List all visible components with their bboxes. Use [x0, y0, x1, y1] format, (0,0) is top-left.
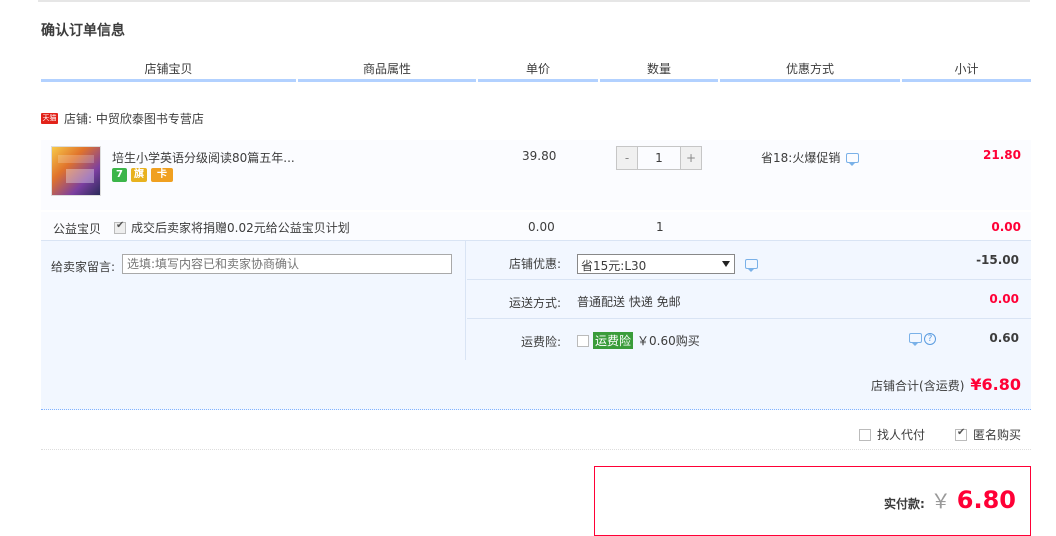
column-header-quantity: 数量 — [600, 60, 718, 82]
product-title[interactable]: 培生小学英语分级阅读80篇五年... — [112, 149, 295, 166]
shipping-amount: 0.00 — [989, 292, 1019, 306]
quantity-minus-button[interactable]: - — [617, 147, 637, 169]
payment-currency: ￥ — [930, 489, 951, 513]
unit-price: 39.80 — [522, 149, 557, 163]
insurance-amount: 0.60 — [989, 331, 1019, 345]
payment-summary: 实付款: ￥ 6.80 — [594, 466, 1031, 536]
product-subtotal: 21.80 — [983, 148, 1021, 162]
product-image[interactable] — [51, 146, 101, 196]
discount-info-icon[interactable] — [745, 259, 758, 272]
tmall-icon: 天猫 — [41, 113, 58, 124]
charity-subtotal: 0.00 — [991, 220, 1021, 234]
shipping-row: 运送方式: 普通配送 快递 免邮 0.00 — [467, 280, 1031, 319]
product-row: 培生小学英语分级阅读80篇五年... 7 旗 卡 39.80 - 1 + 省18… — [41, 140, 1031, 210]
charity-quantity: 1 — [656, 220, 664, 234]
quantity-input[interactable]: 1 — [637, 147, 681, 169]
insurance-label: 运费险: — [520, 335, 561, 349]
chevron-down-icon — [722, 261, 730, 267]
payment-label: 实付款: — [883, 497, 925, 511]
column-header-discount: 优惠方式 — [720, 60, 900, 82]
product-service-icons: 7 旗 卡 — [112, 168, 173, 182]
payment-total: 实付款: ￥ 6.80 — [884, 485, 1016, 514]
quantity-plus-button[interactable]: + — [681, 147, 701, 169]
top-border — [38, 0, 1030, 2]
column-header-unit-price: 单价 — [478, 60, 598, 82]
insurance-control: 运费险 ￥0.60购买 — [577, 332, 700, 349]
anonymous-checkbox[interactable] — [954, 427, 967, 441]
column-header-attributes: 商品属性 — [298, 60, 476, 82]
insurance-price: ￥0.60购买 — [637, 334, 700, 348]
insurance-checkbox[interactable] — [577, 334, 589, 347]
charity-label: 公益宝贝 — [53, 222, 102, 236]
shipping-label: 运送方式: — [508, 296, 561, 310]
promotion-text: 省18:火爆促销 — [761, 151, 841, 165]
section-title: 确认订单信息 — [41, 23, 125, 39]
shop-discount-amount: -15.00 — [976, 253, 1019, 267]
flagship-icon[interactable]: 旗 — [131, 168, 147, 182]
charity-row: 公益宝贝 成交后卖家将捐赠0.02元给公益宝贝计划 0.00 1 0.00 — [41, 212, 1031, 240]
help-icon[interactable]: ? — [924, 333, 936, 345]
charity-option-text: 成交后卖家将捐赠0.02元给公益宝贝计划 — [131, 221, 350, 235]
message-area: 给卖家留言: — [41, 241, 466, 360]
charity-price: 0.00 — [528, 220, 555, 234]
shipping-value: 普通配送 快递 免邮 — [577, 295, 681, 309]
quantity-stepper: - 1 + — [616, 146, 702, 170]
shop-discount-select[interactable]: 省15元:L30 — [577, 254, 735, 274]
purchase-options: 找人代付 匿名购买 — [858, 426, 1021, 443]
anonymous-label[interactable]: 匿名购买 — [973, 426, 1021, 443]
shop-total-amount: ¥6.80 — [970, 375, 1021, 394]
proxy-pay-checkbox[interactable] — [858, 428, 871, 441]
seven-day-return-icon[interactable]: 7 — [112, 168, 127, 182]
message-input[interactable] — [122, 254, 452, 274]
shop-discount-row: 店铺优惠: 省15元:L30 -15.00 — [467, 241, 1031, 280]
shop-name[interactable]: 店铺: 中贸欣泰图书专营店 — [64, 110, 204, 127]
shop-total: 店铺合计(含运费) ¥6.80 — [871, 375, 1021, 394]
shop-discount-control: 省15元:L30 — [577, 254, 758, 274]
charity-option: 成交后卖家将捐赠0.02元给公益宝贝计划 — [114, 219, 350, 236]
shop-line: 天猫 店铺: 中贸欣泰图书专营店 — [41, 110, 204, 127]
insurance-help: ? — [903, 333, 936, 346]
anonymous-option[interactable]: 匿名购买 — [954, 426, 1021, 443]
table-header: 店铺宝贝 商品属性 单价 数量 优惠方式 小计 — [41, 60, 1031, 82]
message-label: 给卖家留言: — [51, 260, 116, 274]
charity-checkbox[interactable] — [114, 220, 126, 234]
proxy-pay-option[interactable]: 找人代付 — [858, 426, 925, 443]
column-header-shop-item: 店铺宝贝 — [41, 60, 296, 82]
order-options-block: 给卖家留言: 店铺优惠: 省15元:L30 -15.00 运送方式: 普通配送 … — [41, 240, 1031, 410]
insurance-badge: 运费险 — [593, 332, 634, 349]
order-settings: 店铺优惠: 省15元:L30 -15.00 运送方式: 普通配送 快递 免邮 0… — [467, 241, 1031, 360]
credit-card-icon[interactable]: 卡 — [151, 168, 173, 182]
promotion: 省18:火爆促销 — [761, 149, 860, 166]
shop-discount-selected: 省15元:L30 — [581, 259, 647, 273]
purchase-options-line: 找人代付 匿名购买 — [41, 412, 1031, 450]
shop-total-label: 店铺合计(含运费) — [871, 379, 965, 393]
payment-amount: 6.80 — [956, 486, 1016, 514]
insurance-row: 运费险: 运费险 ￥0.60购买 ? 0.60 — [467, 319, 1031, 358]
column-header-subtotal: 小计 — [902, 60, 1031, 82]
shop-discount-label: 店铺优惠: — [508, 257, 561, 271]
promotion-info-icon[interactable] — [846, 152, 860, 166]
proxy-pay-label[interactable]: 找人代付 — [877, 426, 925, 443]
insurance-message-icon[interactable] — [909, 333, 922, 346]
